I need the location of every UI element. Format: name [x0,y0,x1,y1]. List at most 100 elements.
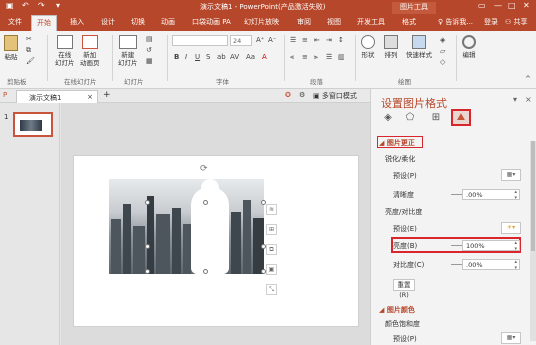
close-tab-icon[interactable]: × [87,93,93,101]
new-tab-icon[interactable]: + [103,90,111,100]
saturation-preset-dropdown[interactable]: ▦▾ [501,332,521,344]
spin-arrows-icon[interactable]: ▴ ▾ [514,240,517,252]
resize-handle[interactable] [145,269,150,274]
replace-picture-icon[interactable]: ⧉ [266,244,277,255]
grow-font-icon[interactable]: A⁺ [256,36,264,44]
sharpen-preset-dropdown[interactable]: ▦▾ [501,169,521,181]
pane-close-icon[interactable]: × [525,95,532,104]
reset-button[interactable]: 重置(R) [393,279,415,299]
pane-scrollbar-thumb[interactable] [531,141,535,251]
picture-icon[interactable]: ⛰ [451,109,471,126]
font-name-select[interactable] [172,35,228,46]
quick-styles-button[interactable]: 快速样式 [406,35,432,59]
layout-icon[interactable]: ▤ [146,35,153,43]
clarity-input[interactable]: .00% ▴ ▾ [462,189,520,201]
document-tab[interactable]: 演示文稿1 × [16,90,98,103]
copy-icon[interactable]: ⧉ [26,46,31,55]
effects-icon[interactable]: ⬠ [403,111,417,124]
pane-options-icon[interactable]: ▾ [513,95,517,104]
undo-icon[interactable]: ↶ [22,1,29,10]
align-right-icon[interactable]: ⫸ [314,53,318,62]
resize-handle[interactable] [203,200,208,205]
spin-arrows-icon[interactable]: ▴ ▾ [514,259,517,271]
zoom-icon[interactable]: ⤡ [266,284,277,295]
numbering-icon[interactable]: ≡ [302,36,308,44]
format-painter-icon[interactable]: 🖌 [26,57,35,65]
resize-handle[interactable] [145,200,150,205]
layout-options-icon[interactable]: ≋ [266,204,277,215]
arrange-button[interactable]: 排列 [384,35,398,59]
edit-button[interactable]: 编辑 [462,35,476,59]
slide-thumbnail[interactable] [13,112,53,137]
decrease-indent-icon[interactable]: ⇤ [314,36,320,44]
underline-icon[interactable]: U [195,53,200,61]
ribbon-options-icon[interactable]: ▭ [478,1,486,10]
tab-format[interactable]: 格式 [402,17,416,27]
new-slide-button[interactable]: 新建 幻灯片 [118,35,138,67]
slide[interactable]: ⟳ ≋ ⊞ ⧉ ▣ ⤡ [73,155,359,327]
shape-outline-icon[interactable]: ▱ [440,47,445,55]
tab-file[interactable]: 文件 [8,17,22,27]
font-size-select[interactable]: 24 [230,35,252,46]
pane-scrollbar[interactable] [530,141,536,341]
increase-indent-icon[interactable]: ⇥ [326,36,332,44]
justify-icon[interactable]: ☰ [326,53,332,61]
share-button[interactable]: ⚇ 共享 [505,17,528,27]
shape-effects-icon[interactable]: ◇ [440,58,445,66]
tab-transitions[interactable]: 切换 [131,17,145,27]
line-spacing-icon[interactable]: ↕ [338,36,344,44]
copy-picture-icon[interactable]: ▣ [266,264,277,275]
align-left-icon[interactable]: ⫷ [290,53,294,62]
font-color-icon[interactable]: A [262,53,267,61]
tab-home[interactable]: 开始 [31,15,57,32]
maximize-icon[interactable]: □ [508,1,516,10]
tab-insert[interactable]: 插入 [70,17,84,27]
resize-handle[interactable] [203,269,208,274]
city-picture[interactable] [109,179,264,274]
bullets-icon[interactable]: ☰ [290,36,296,44]
brightness-preset-dropdown[interactable]: ☀▾ [501,222,521,234]
login-link[interactable]: 登录 [484,17,498,27]
redo-icon[interactable]: ↷ [38,1,45,10]
shadow-icon[interactable]: S [206,53,210,61]
section-icon[interactable]: ▦ [146,57,153,65]
size-properties-icon[interactable]: ⊞ [429,111,443,124]
contrast-input[interactable]: .00% ▴ ▾ [462,259,520,271]
bold-icon[interactable]: B [174,53,179,61]
italic-icon[interactable]: I [185,53,187,61]
change-case-icon[interactable]: Aa [246,53,255,61]
settings-icon[interactable]: ⚙ [299,91,305,99]
brightness-input[interactable]: 100% ▴ ▾ [462,240,520,252]
tab-design[interactable]: 设计 [101,17,115,27]
section-picture-correction[interactable]: ◢ 图片更正 [379,138,415,148]
section-picture-color[interactable]: ◢ 图片颜色 [379,305,415,315]
customize-quick-access-icon[interactable]: ▾ [56,1,60,10]
plugin-icon[interactable]: ✪ [285,91,291,99]
online-slides-button[interactable]: 在线 幻灯片 [55,35,75,67]
columns-icon[interactable]: ▥ [338,53,345,61]
collapse-ribbon-icon[interactable]: ^ [525,75,531,83]
shape-fill-icon[interactable]: ◈ [440,36,445,44]
save-icon[interactable]: ▣ [6,1,14,10]
close-icon[interactable]: ✕ [523,1,530,10]
tell-me-search[interactable]: ♀ 告诉我... [438,17,473,27]
tab-slideshow[interactable]: 幻灯片放映 [244,17,279,27]
cut-icon[interactable]: ✂ [26,35,32,43]
resize-handle[interactable] [145,244,150,249]
rotate-handle-icon[interactable]: ⟳ [200,164,208,174]
tab-view[interactable]: 视图 [327,17,341,27]
align-center-icon[interactable]: ≡ [302,53,308,61]
paste-button[interactable]: 粘贴 [4,35,18,61]
fill-line-icon[interactable]: ◈ [381,111,395,124]
tab-animations[interactable]: 动画 [161,17,175,27]
spin-arrows-icon[interactable]: ▴ ▾ [514,189,517,201]
new-animation-page-button[interactable]: 新加 动画页 [80,35,100,67]
shapes-button[interactable]: 形状 [361,35,375,59]
strikethrough-icon[interactable]: ab [217,53,226,61]
multi-window-button[interactable]: ▣ 多窗口模式 [313,91,357,101]
shrink-font-icon[interactable]: A⁻ [268,36,276,44]
crop-icon[interactable]: ⊞ [266,224,277,235]
tab-review[interactable]: 审阅 [297,17,311,27]
reset-slide-icon[interactable]: ↺ [146,46,152,54]
tab-pocket-animation[interactable]: 口袋动画 PA [192,17,231,27]
